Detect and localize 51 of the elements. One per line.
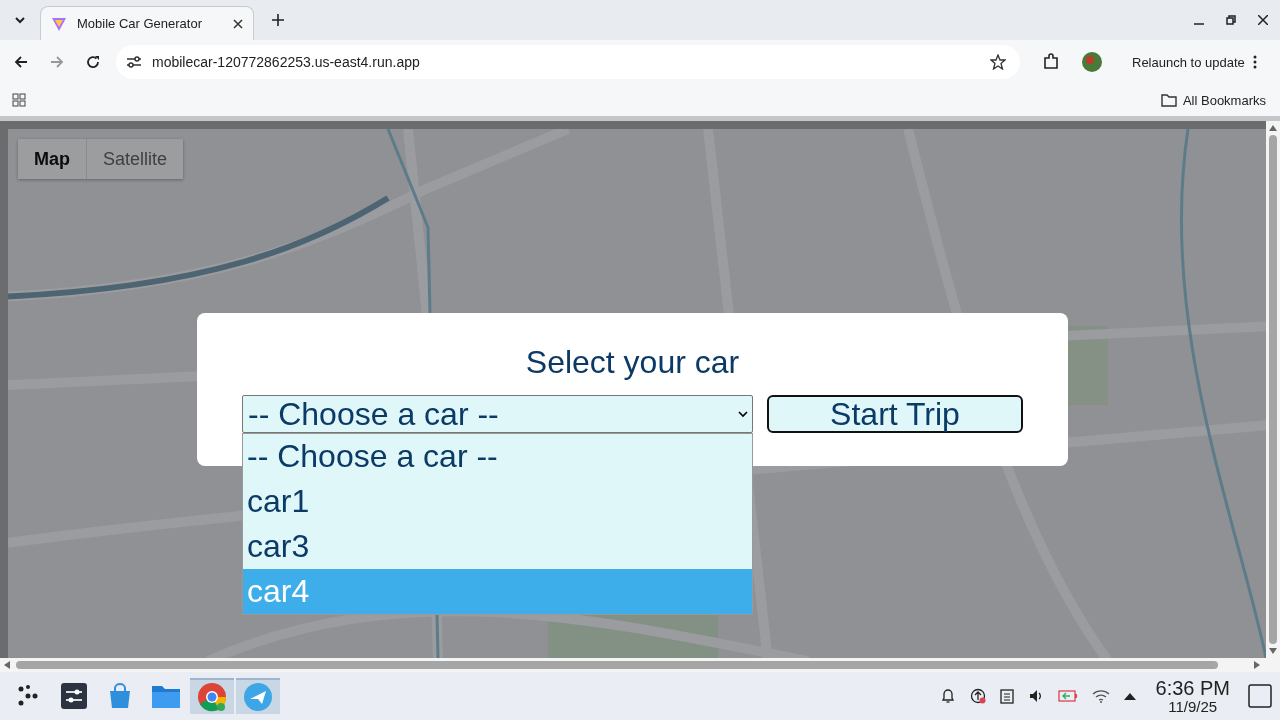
scroll-down-icon[interactable] xyxy=(1269,648,1277,654)
wifi-icon[interactable] xyxy=(1091,689,1110,703)
dialog-title: Select your car xyxy=(524,343,741,382)
horizontal-scrollbar[interactable] xyxy=(0,658,1280,672)
show-desktop-icon[interactable] xyxy=(1248,684,1272,708)
all-bookmarks-button[interactable]: All Bookmarks xyxy=(1160,92,1266,108)
expand-tray-icon[interactable] xyxy=(1123,692,1136,700)
map-type-tab[interactable]: Map xyxy=(18,139,87,179)
car-select[interactable]: -- Choose a car -- xyxy=(242,395,753,433)
car-option[interactable]: car3 xyxy=(243,524,752,569)
site-settings-icon[interactable] xyxy=(126,55,142,69)
back-icon[interactable] xyxy=(14,55,28,69)
tab-title: Mobile Car Generator xyxy=(77,16,203,31)
forward-icon[interactable] xyxy=(50,55,64,69)
close-icon[interactable] xyxy=(1258,15,1268,25)
clock[interactable]: 6:36 PM 11/9/25 xyxy=(1155,677,1230,715)
clipboard-icon[interactable] xyxy=(999,688,1014,704)
relaunch-button[interactable]: Relaunch to update xyxy=(1132,54,1245,70)
chevron-down-icon xyxy=(738,410,748,418)
battery-icon[interactable] xyxy=(1057,690,1078,702)
new-tab-icon[interactable] xyxy=(272,14,284,26)
scroll-left-icon[interactable] xyxy=(4,661,10,669)
map-type-tab[interactable]: Satellite xyxy=(87,139,184,179)
shopping-bag-icon xyxy=(107,683,133,709)
scroll-up-icon[interactable] xyxy=(1269,125,1277,131)
chrome-icon xyxy=(197,682,227,712)
scroll-right-icon[interactable] xyxy=(1254,661,1260,669)
start-trip-button[interactable]: Start Trip xyxy=(767,395,1023,433)
car-option[interactable]: -- Choose a car -- xyxy=(243,434,752,479)
bell-icon[interactable] xyxy=(939,688,956,704)
car-option[interactable]: car1 xyxy=(243,479,752,524)
reload-icon[interactable] xyxy=(86,55,100,69)
launcher-icon xyxy=(16,684,40,708)
address-bar[interactable]: mobilecar-120772862253.us-east4.run.app xyxy=(116,45,1020,79)
vertical-scrollbar[interactable] xyxy=(1266,121,1280,658)
star-icon[interactable] xyxy=(990,54,1006,70)
folder-icon xyxy=(1160,93,1177,107)
menu-icon[interactable] xyxy=(1252,55,1257,69)
avatar-icon[interactable] xyxy=(1082,52,1102,72)
plane-icon xyxy=(243,682,273,712)
folder-icon xyxy=(151,683,181,709)
apps-grid-icon[interactable] xyxy=(12,93,26,107)
close-icon[interactable] xyxy=(233,18,243,29)
restore-icon[interactable] xyxy=(1226,15,1236,25)
chevron-down-icon xyxy=(14,16,26,24)
sliders-icon xyxy=(61,683,87,709)
triangle-logo-icon xyxy=(51,15,67,32)
update-icon[interactable] xyxy=(969,688,986,704)
browser-tab[interactable]: Mobile Car Generator xyxy=(40,6,254,40)
extensions-icon[interactable] xyxy=(1042,53,1060,71)
speaker-icon[interactable] xyxy=(1027,688,1044,704)
